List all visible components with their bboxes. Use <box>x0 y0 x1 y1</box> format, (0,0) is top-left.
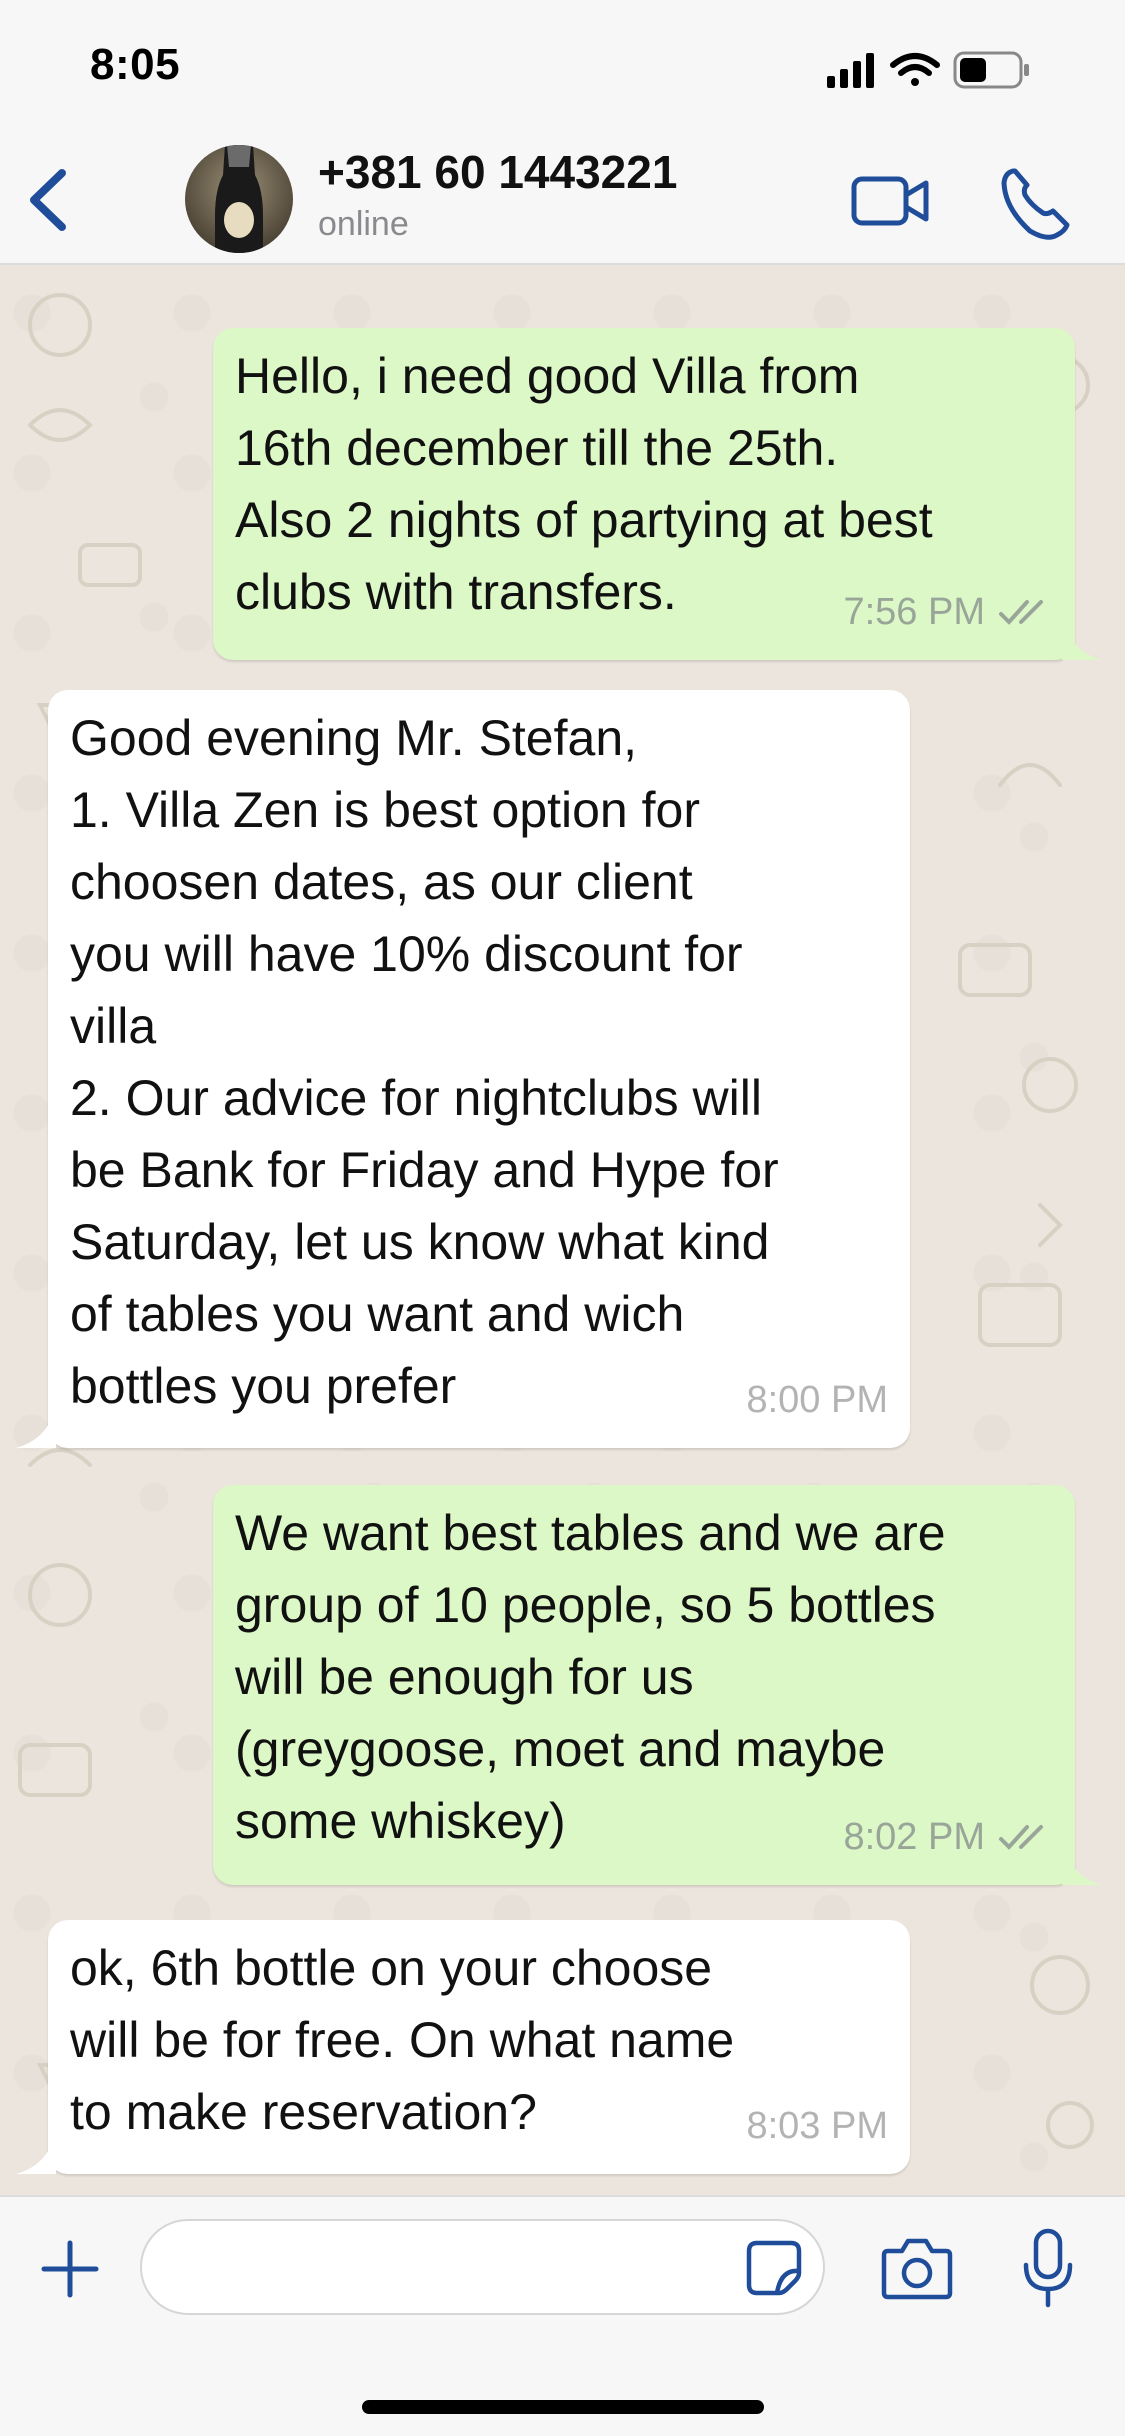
bubble-tail <box>16 2134 56 2174</box>
plus-icon[interactable] <box>38 2237 102 2301</box>
message-time: 8:03 PM <box>746 2105 888 2147</box>
back-chevron-icon[interactable] <box>20 165 80 235</box>
bubble-tail <box>16 1408 56 1448</box>
phone-call-icon[interactable] <box>995 163 1075 243</box>
contact-name[interactable]: +381 60 1443221 <box>318 145 677 199</box>
message-meta: 7:56 PM <box>843 576 1053 648</box>
double-check-icon <box>999 600 1043 625</box>
wifi-icon <box>890 53 940 86</box>
chat-header: +381 60 1443221 online <box>0 135 1125 265</box>
home-indicator[interactable] <box>362 2400 764 2414</box>
bubble-tail <box>1062 1845 1102 1885</box>
double-check-icon <box>999 1825 1043 1850</box>
message-time: 8:02 PM <box>843 1816 985 1858</box>
camera-icon[interactable] <box>880 2235 954 2301</box>
message-bubble-incoming[interactable]: ok, 6th bottle on your choose will be fo… <box>48 1920 910 2174</box>
message-time: 7:56 PM <box>843 591 985 633</box>
battery-icon <box>953 51 1029 89</box>
message-meta: 8:03 PM <box>746 2090 888 2162</box>
message-input[interactable] <box>140 2219 825 2315</box>
message-time: 8:00 PM <box>746 1379 888 1421</box>
microphone-icon[interactable] <box>1020 2227 1076 2311</box>
chat-area[interactable]: Hello, i need good Villa from 16th decem… <box>0 265 1125 2195</box>
message-composer <box>0 2195 1125 2436</box>
status-time: 8:05 <box>90 40 181 89</box>
message-meta: 8:02 PM <box>843 1801 1053 1873</box>
status-icons <box>827 51 1029 89</box>
contact-avatar[interactable] <box>185 145 293 253</box>
message-bubble-incoming[interactable]: Good evening Mr. Stefan, 1. Villa Zen is… <box>48 690 910 1448</box>
bubble-tail <box>1062 620 1102 660</box>
status-bar: 8:05 <box>0 0 1125 135</box>
message-bubble-outgoing[interactable]: Hello, i need good Villa from 16th decem… <box>213 328 1075 660</box>
contact-status: online <box>318 205 409 243</box>
message-meta: 8:00 PM <box>746 1364 888 1436</box>
sticker-icon[interactable] <box>745 2239 803 2297</box>
video-call-icon[interactable] <box>850 173 930 229</box>
cellular-signal-icon <box>827 53 874 88</box>
message-bubble-outgoing[interactable]: We want best tables and we are group of … <box>213 1485 1075 1885</box>
message-text: Good evening Mr. Stefan, 1. Villa Zen is… <box>70 710 779 1414</box>
